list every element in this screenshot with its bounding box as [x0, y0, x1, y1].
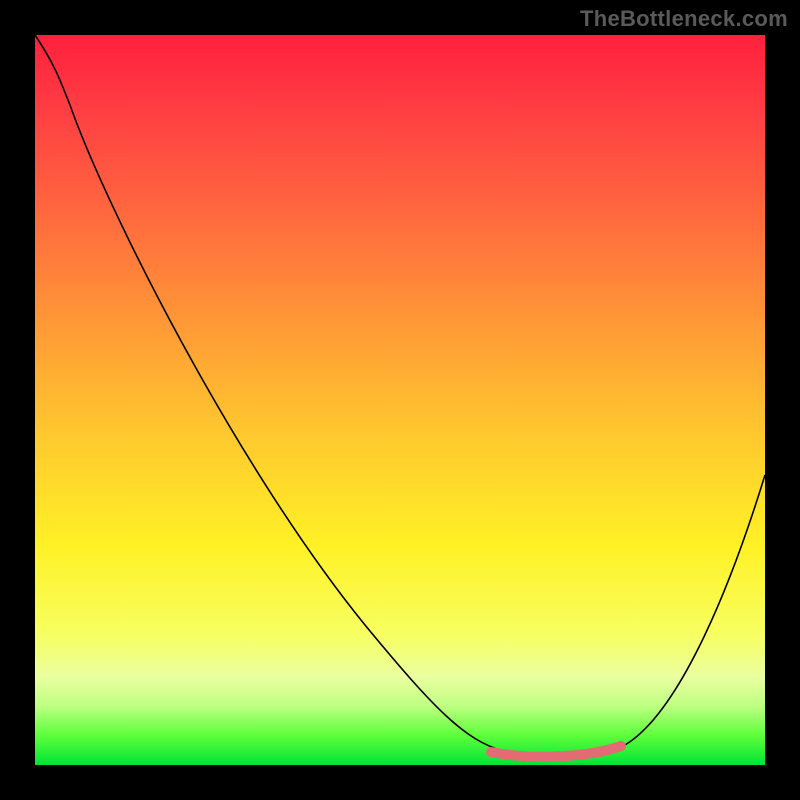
- plot-area: [35, 35, 765, 765]
- highlight-segment: [491, 746, 621, 757]
- curve-svg: [35, 35, 765, 765]
- chart-container: TheBottleneck.com: [0, 0, 800, 800]
- bottleneck-curve: [35, 35, 765, 755]
- attribution-text: TheBottleneck.com: [580, 6, 788, 32]
